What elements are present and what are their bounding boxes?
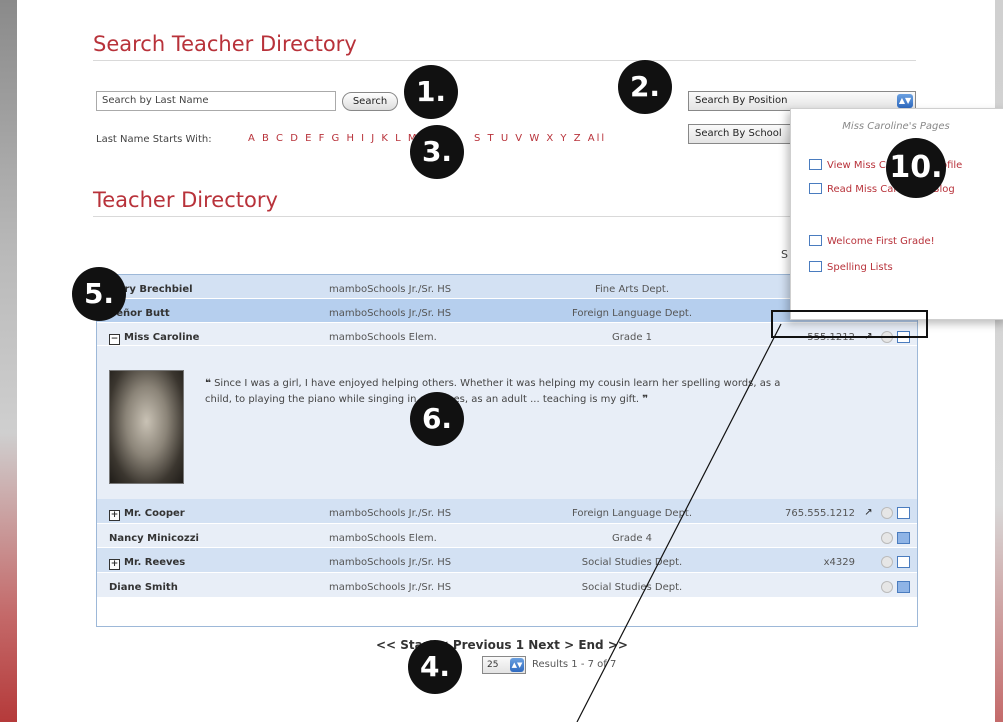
- website-icon[interactable]: [881, 507, 893, 519]
- teacher-dept: Foreign Language Dept.: [571, 508, 693, 519]
- popup-link-label: Spelling Lists: [827, 262, 893, 273]
- teacher-name[interactable]: − Miss Caroline: [109, 332, 199, 345]
- teacher-phone: x4329: [823, 557, 855, 568]
- book-icon[interactable]: [897, 556, 910, 568]
- teacher-school: mamboSchools Jr./Sr. HS: [329, 582, 452, 593]
- teacher-name[interactable]: Diane Smith: [109, 582, 178, 593]
- school-select-value: Search By School: [695, 128, 782, 139]
- position-select-value: Search By Position: [695, 95, 788, 106]
- callout-3: 3.: [410, 125, 464, 179]
- popup-link-welcome[interactable]: Welcome First Grade!: [809, 235, 935, 247]
- callout-10: 10.: [886, 138, 946, 198]
- school-select[interactable]: Search By School: [688, 124, 798, 144]
- last-name-search-input[interactable]: Search by Last Name: [96, 91, 336, 111]
- teacher-name-text: Mr. Reeves: [124, 557, 186, 568]
- teacher-photo: [109, 370, 184, 484]
- letter-links-s-z[interactable]: S T U V W X Y Z All: [474, 133, 606, 144]
- teacher-school: mamboSchools Elem.: [329, 533, 437, 544]
- callout-2: 2.: [618, 60, 672, 114]
- letter-links-a-m[interactable]: A B C D E F G H I J K L M: [248, 133, 419, 144]
- quote-text: Since I was a girl, I have enjoyed helpi…: [205, 378, 781, 405]
- expand-icon[interactable]: +: [109, 559, 120, 570]
- teacher-dept: Social Studies Dept.: [581, 582, 683, 593]
- per-page-value: 25: [487, 660, 499, 670]
- notes-icon[interactable]: [897, 581, 910, 593]
- teacher-name-text: Mr. Cooper: [124, 508, 185, 519]
- page-title: Search Teacher Directory: [93, 32, 357, 56]
- teacher-dept: Fine Arts Dept.: [594, 284, 670, 295]
- sort-label-fragment: S: [781, 248, 788, 261]
- teacher-school: mamboSchools Jr./Sr. HS: [329, 557, 452, 568]
- callout-5: 5.: [72, 267, 126, 321]
- teacher-dept: Grade 4: [611, 533, 653, 544]
- notes-icon[interactable]: [897, 532, 910, 544]
- book-icon: [809, 159, 822, 170]
- highlight-box: [771, 310, 928, 338]
- letters-label: Last Name Starts With:: [96, 134, 212, 145]
- per-page-select[interactable]: 25 ▲▼: [482, 656, 526, 674]
- quote-close-mark: ❞: [642, 394, 649, 405]
- callout-4: 4.: [408, 640, 462, 694]
- teacher-phone: 765.555.1212: [785, 508, 855, 519]
- collapse-icon[interactable]: −: [109, 334, 120, 345]
- select-arrow-icon: ▲▼: [897, 94, 913, 108]
- table-row[interactable]: Nancy Minicozzi mamboSchools Elem. Grade…: [97, 524, 917, 548]
- book-icon: [809, 261, 822, 272]
- expand-icon[interactable]: +: [109, 510, 120, 521]
- teacher-school: mamboSchools Jr./Sr. HS: [329, 284, 452, 295]
- teacher-dept: Social Studies Dept.: [581, 557, 683, 568]
- table-row[interactable]: + Mr. Reeves mamboSchools Jr./Sr. HS Soci…: [97, 548, 917, 573]
- quote-open-mark: ❝: [205, 378, 211, 389]
- title-divider: [93, 60, 916, 61]
- popup-link-label: Welcome First Grade!: [827, 236, 935, 247]
- popup-title: Miss Caroline's Pages: [842, 121, 950, 132]
- teacher-quote: ❝ Since I was a girl, I have enjoyed hel…: [205, 376, 795, 408]
- select-arrow-icon: ▲▼: [510, 658, 524, 672]
- popup-link-spelling[interactable]: Spelling Lists: [809, 261, 893, 273]
- book-icon[interactable]: [897, 507, 910, 519]
- external-link-icon[interactable]: ↗: [862, 507, 875, 519]
- website-icon[interactable]: [881, 556, 893, 568]
- search-button[interactable]: Search: [342, 92, 398, 111]
- website-icon[interactable]: [881, 581, 893, 593]
- table-row[interactable]: + Mr. Cooper mamboSchools Jr./Sr. HS Fore…: [97, 499, 917, 524]
- book-icon: [809, 183, 822, 194]
- teacher-name[interactable]: + Mr. Cooper: [109, 508, 185, 521]
- teacher-school: mamboSchools Jr./Sr. HS: [329, 508, 452, 519]
- website-icon[interactable]: [881, 532, 893, 544]
- left-edge-bar: [0, 0, 17, 722]
- teacher-school: mamboSchools Jr./Sr. HS: [329, 308, 452, 319]
- results-count: Results 1 - 7 of 7: [532, 659, 617, 670]
- teacher-dept: Foreign Language Dept.: [571, 308, 693, 319]
- directory-title: Teacher Directory: [93, 188, 278, 212]
- teacher-name[interactable]: + Mr. Reeves: [109, 557, 185, 570]
- teacher-dept: Grade 1: [611, 332, 653, 343]
- teacher-detail-panel: ❝ Since I was a girl, I have enjoyed hel…: [97, 346, 917, 499]
- callout-6: 6.: [410, 392, 464, 446]
- teacher-name-text: Miss Caroline: [124, 332, 200, 343]
- table-row[interactable]: Diane Smith mamboSchools Jr./Sr. HS Soci…: [97, 573, 917, 598]
- book-icon: [809, 235, 822, 246]
- teacher-pages-popup: Miss Caroline's Pages View Miss Caroline…: [790, 108, 1003, 320]
- teacher-school: mamboSchools Elem.: [329, 332, 437, 343]
- callout-1: 1.: [404, 65, 458, 119]
- teacher-name[interactable]: Nancy Minicozzi: [109, 533, 199, 544]
